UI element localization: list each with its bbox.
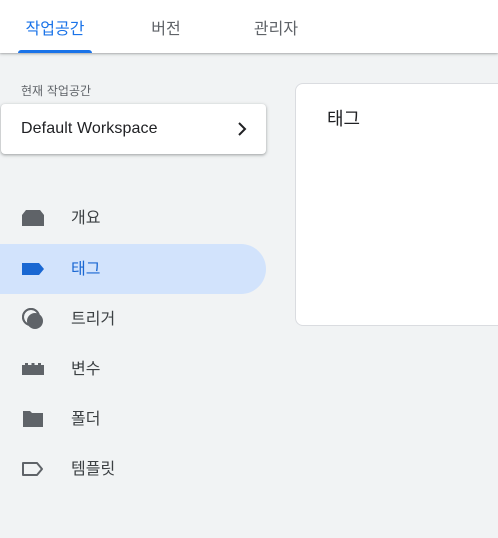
sidebar-item-variables[interactable]: 변수 <box>0 344 266 394</box>
sidebar-item-label: 템플릿 <box>71 459 116 478</box>
active-tab-indicator <box>18 50 92 53</box>
folder-icon <box>21 407 45 431</box>
tab-workspace[interactable]: 작업공간 <box>18 0 92 53</box>
sidebar-item-label: 변수 <box>71 359 101 378</box>
sidebar-item-overview[interactable]: 개요 <box>0 193 266 243</box>
tab-admin[interactable]: 관리자 <box>250 0 302 53</box>
sidebar-item-folders[interactable]: 폴더 <box>0 394 266 444</box>
trigger-icon <box>21 307 45 331</box>
card-title: 태그 <box>327 109 361 130</box>
tab-admin-label: 관리자 <box>253 18 299 38</box>
sidebar-item-label: 트리거 <box>71 309 116 328</box>
sidebar-item-tags[interactable]: 태그 <box>0 244 266 294</box>
chevron-right-icon <box>238 122 247 136</box>
tag-icon <box>21 257 45 281</box>
sidebar-item-label: 태그 <box>71 259 101 278</box>
sidebar-item-label: 폴더 <box>71 409 101 428</box>
template-icon <box>21 457 45 481</box>
current-workspace-label: 현재 작업공간 <box>21 84 92 98</box>
tab-workspace-label: 작업공간 <box>25 18 85 38</box>
sidebar-item-triggers[interactable]: 트리거 <box>0 294 266 344</box>
sidebar-item-label: 개요 <box>71 208 101 227</box>
variable-icon <box>21 357 45 381</box>
workspace-name: Default Workspace <box>21 120 158 137</box>
top-tab-bar: 작업공간 버전 관리자 <box>0 0 498 53</box>
tab-versions-label: 버전 <box>151 18 181 38</box>
sidebar-item-templates[interactable]: 템플릿 <box>0 444 266 494</box>
tab-versions[interactable]: 버전 <box>146 0 186 53</box>
workspace-selector[interactable]: Default Workspace <box>1 104 266 154</box>
tags-card: 태그 <box>295 83 498 326</box>
overview-icon <box>21 206 45 230</box>
